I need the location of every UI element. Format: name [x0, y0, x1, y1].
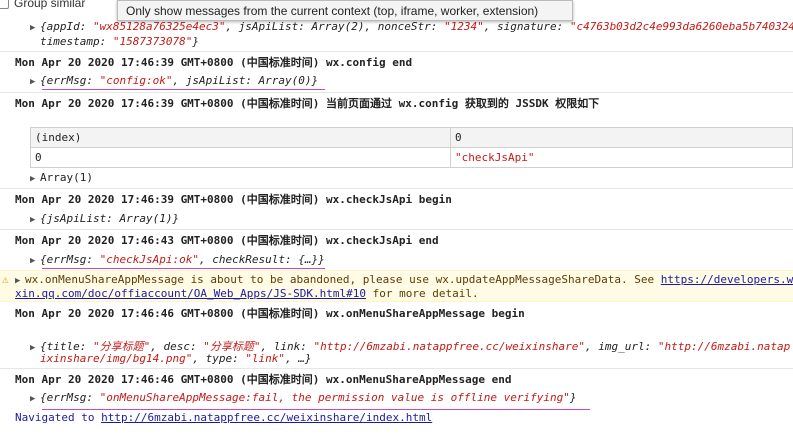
context-tooltip: Only show messages from the current cont…	[117, 0, 573, 21]
annotation-underline	[42, 409, 590, 410]
table-header-row: (index) 0	[30, 127, 793, 148]
docs-link-cont[interactable]: xin.qq.com/doc/offiaccount/OA_Web_Apps/J…	[15, 287, 366, 300]
expand-triangle-icon[interactable]: ▶	[30, 256, 40, 266]
log-header-permissions: Mon Apr 20 2020 17:46:39 GMT+0800 (中国标准时…	[15, 97, 600, 110]
deprecation-warning: ⚠ ▶ wx.onMenuShareAppMessage is about to b…	[0, 270, 793, 302]
navigated-url-link[interactable]: http://6mzabi.natappfree.cc/weixinshare/…	[101, 411, 432, 424]
config-end-object[interactable]: ▶ {errMsg: "config:ok", jsApiList: Array(…	[30, 74, 793, 87]
expand-triangle-icon[interactable]: ▶	[30, 174, 40, 184]
log-header-share-begin: Mon Apr 20 2020 17:46:46 GMT+0800 (中国标准时…	[15, 307, 525, 320]
warning-icon: ⚠	[2, 273, 9, 286]
navigation-message: Navigated to http://6mzabi.natappfree.cc…	[15, 411, 433, 424]
expand-triangle-icon[interactable]: ▶	[30, 215, 40, 225]
config-object-line2: timestamp: "1587373078"}	[40, 35, 199, 48]
log-header-checkjsapi-begin: Mon Apr 20 2020 17:46:39 GMT+0800 (中国标准时…	[15, 193, 452, 206]
expand-triangle-icon[interactable]: ▶	[30, 394, 40, 404]
log-header-share-end: Mon Apr 20 2020 17:46:46 GMT+0800 (中国标准时…	[15, 373, 512, 386]
log-header-checkjsapi-end: Mon Apr 20 2020 17:46:43 GMT+0800 (中国标准时…	[15, 234, 439, 247]
permissions-table: (index) 0 0 "checkJsApi"	[30, 127, 793, 168]
table-row: 0 "checkJsApi"	[30, 147, 793, 168]
docs-link[interactable]: https://developers.w	[661, 273, 793, 286]
share-begin-object-line2: ixinshare/img/bg14.png", type: "link", ……	[40, 352, 312, 365]
checkjsapi-begin-object[interactable]: ▶ {jsApiList: Array(1)}	[30, 212, 793, 225]
group-similar-label[interactable]: Group similar	[14, 0, 85, 10]
expand-triangle-icon[interactable]: ▶	[30, 23, 40, 33]
expand-triangle-icon[interactable]: ▶	[15, 276, 25, 286]
table-cell-index: 0	[30, 147, 451, 168]
array-object[interactable]: ▶ Array(1)	[30, 171, 793, 184]
log-header-config-end: Mon Apr 20 2020 17:46:39 GMT+0800 (中国标准时…	[15, 56, 413, 69]
table-header-index[interactable]: (index)	[30, 127, 451, 148]
table-header-0[interactable]: 0	[450, 127, 793, 148]
group-similar-checkbox[interactable]	[0, 0, 9, 9]
table-cell-value: "checkJsApi"	[450, 147, 793, 168]
expand-triangle-icon[interactable]: ▶	[30, 77, 40, 87]
annotation-underline	[42, 268, 325, 269]
share-end-object[interactable]: ▶ {errMsg: "onMenuShareAppMessage:fail, t…	[30, 391, 793, 404]
expand-triangle-icon[interactable]: ▶	[30, 343, 40, 353]
config-object-line1[interactable]: ▶ {appId: "wx85128a76325e4ec3", jsApiList…	[30, 20, 793, 33]
checkjsapi-end-object[interactable]: ▶ {errMsg: "checkJsApi:ok", checkResult: …	[30, 253, 793, 266]
annotation-underline	[42, 89, 325, 90]
